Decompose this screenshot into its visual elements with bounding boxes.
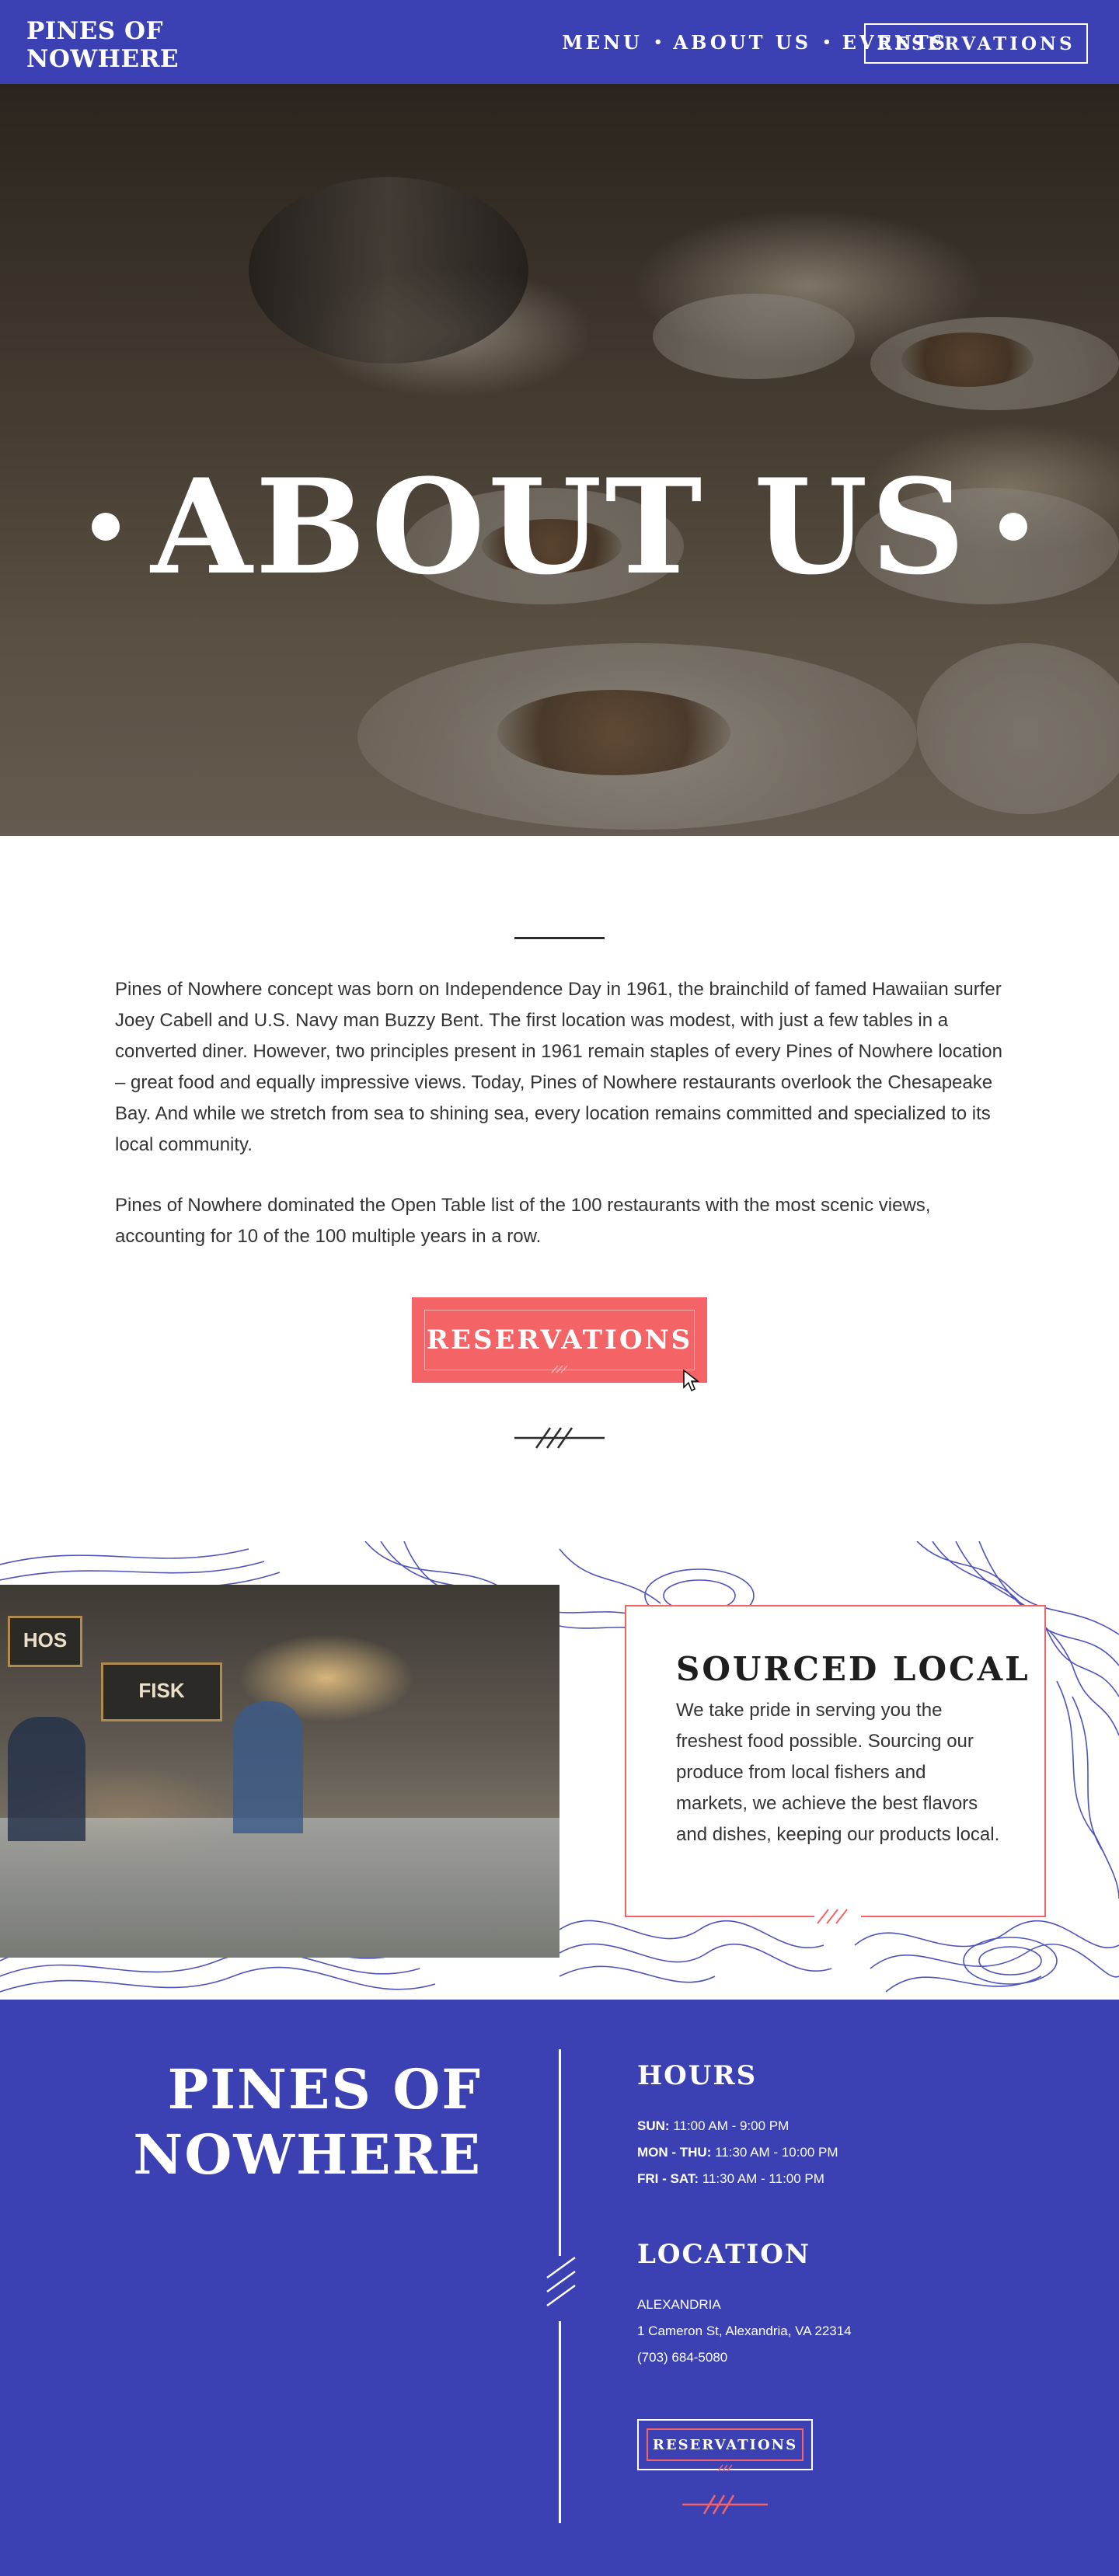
about-paragraph-2: Pines of Nowhere dominated the Open Tabl… xyxy=(115,1195,931,1247)
logo-line-2: NOWHERE xyxy=(26,45,179,73)
footer-logo[interactable]: PINES OF NOWHERE xyxy=(124,2057,482,2188)
sourced-local-section: HOS FISK SOURCED LOCAL We take pride in … xyxy=(0,1541,1119,2000)
footer-reservations-button[interactable]: RESERVATIONS xyxy=(637,2419,813,2472)
site-header: PINES OF NOWHERE MENU • ABOUT US • EVENT… xyxy=(0,0,1119,84)
hours-days: SUN: xyxy=(637,2118,670,2133)
market-photo: HOS FISK xyxy=(0,1585,560,1958)
hero-bullet-right xyxy=(999,513,1027,541)
logo-line-1: PINES OF xyxy=(26,17,163,45)
sourced-local-text: We take pride in serving you the freshes… xyxy=(676,1700,1000,1845)
reservations-cta-button[interactable]: RESERVATIONS xyxy=(412,1297,707,1383)
about-paragraph-1: Pines of Nowhere concept was born on Ind… xyxy=(115,979,1002,1155)
site-logo[interactable]: PINES OF NOWHERE xyxy=(26,17,179,73)
slashes-icon xyxy=(814,1909,861,1924)
market-sign: HOS xyxy=(8,1616,82,1667)
nav-separator: • xyxy=(822,34,831,50)
location-city: ALEXANDRIA xyxy=(637,2297,721,2312)
hours-title: HOURS xyxy=(637,2060,758,2091)
market-person xyxy=(233,1701,303,1833)
market-sign: FISK xyxy=(101,1662,222,1721)
hero-section: ABOUT US xyxy=(0,84,1119,836)
hours-row: FRI - SAT: 11:30 AM - 11:00 PM xyxy=(637,2170,824,2188)
hero-title-text: ABOUT US xyxy=(151,450,968,604)
hours-row: MON - THU: 11:30 AM - 10:00 PM xyxy=(637,2144,838,2161)
location-phone[interactable]: (703) 684-5080 xyxy=(637,2349,727,2366)
location-title: LOCATION xyxy=(637,2239,811,2270)
hours-time: 11:00 AM - 9:00 PM xyxy=(673,2118,790,2133)
footer-reservations-label: RESERVATIONS xyxy=(647,2428,804,2461)
slashes-divider-icon xyxy=(682,2494,768,2515)
section-divider xyxy=(514,937,605,939)
header-reservations-button[interactable]: RESERVATIONS xyxy=(864,23,1088,64)
slashes-icon xyxy=(551,1365,568,1373)
location-address[interactable]: 1 Cameron St, Alexandria, VA 22314 xyxy=(637,2323,852,2340)
nav-item-about-us[interactable]: ABOUT US xyxy=(673,31,811,54)
market-person xyxy=(8,1717,85,1841)
hours-days: FRI - SAT: xyxy=(637,2171,699,2186)
reservations-cta-label: RESERVATIONS xyxy=(424,1310,695,1370)
hero-title: ABOUT US xyxy=(0,457,1119,597)
hours-time: 11:30 AM - 11:00 PM xyxy=(702,2171,824,2186)
footer-logo-line-2: NOWHERE xyxy=(133,2122,482,2187)
nav-separator: • xyxy=(653,34,663,50)
mouse-cursor-icon xyxy=(683,1369,699,1392)
about-intro: Pines of Nowhere concept was born on Ind… xyxy=(115,974,1009,1282)
sourced-local-title: SOURCED LOCAL xyxy=(676,1650,1030,1688)
hours-row: SUN: 11:00 AM - 9:00 PM xyxy=(637,2118,789,2135)
footer-logo-line-1: PINES OF xyxy=(167,2057,482,2122)
sourced-local-card: SOURCED LOCAL We take pride in serving y… xyxy=(625,1605,1046,1924)
slashes-icon xyxy=(717,2464,733,2472)
hours-time: 11:30 AM - 10:00 PM xyxy=(715,2145,838,2160)
nav-item-menu[interactable]: MENU xyxy=(562,31,643,54)
hours-days: MON - THU: xyxy=(637,2145,712,2160)
slashes-icon xyxy=(546,2256,576,2321)
site-footer: PINES OF NOWHERE HOURS SUN: 11:00 AM - 9… xyxy=(0,2000,1119,2576)
hero-bullet-left xyxy=(92,513,120,541)
slashes-divider-icon xyxy=(514,1427,605,1449)
